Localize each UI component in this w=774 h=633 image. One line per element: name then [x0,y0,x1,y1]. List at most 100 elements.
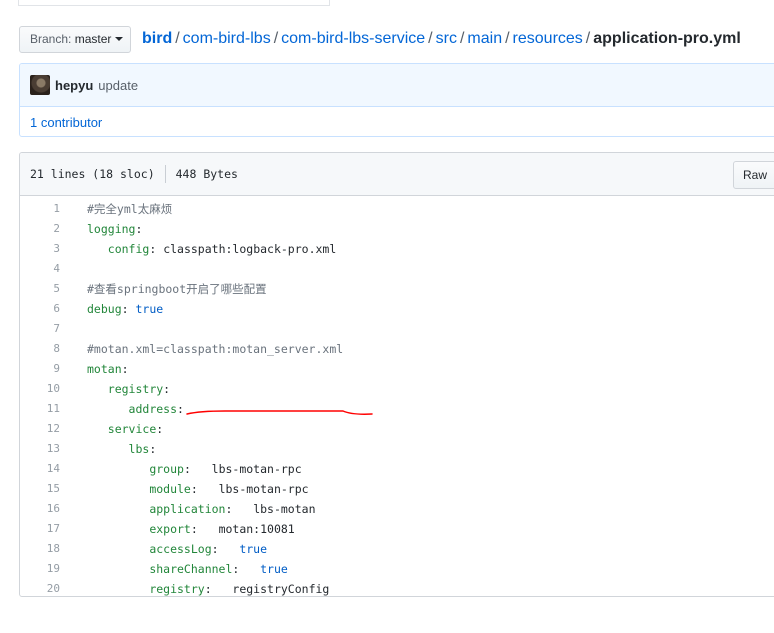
line-number[interactable]: 5 [20,279,60,299]
breadcrumb-link[interactable]: main [467,30,502,47]
code-line: 3 config: classpath:logback-pro.xml [20,239,774,259]
code-line: 16 application: lbs-motan [20,499,774,519]
yaml-separator: : [121,302,136,316]
yaml-separator: : [225,502,254,516]
breadcrumb-separator: / [428,30,433,47]
line-content: accessLog: true [60,539,267,559]
breadcrumb-separator: / [459,30,465,47]
line-content: #motan.xml=classpath:motan_server.xml [60,339,343,359]
yaml-value: true [239,542,268,556]
avatar[interactable] [30,75,50,95]
top-tab-edge [18,0,330,6]
line-content: registry: [60,379,170,399]
line-number[interactable]: 15 [20,479,60,499]
breadcrumb-separator: / [505,30,510,47]
code-line: 7 [20,319,774,339]
line-number[interactable]: 1 [20,199,60,219]
yaml-value: registryConfig [232,582,330,596]
yaml-separator: : [190,482,219,496]
line-number[interactable]: 20 [20,579,60,596]
yaml-value: lbs-motan-rpc [218,482,309,496]
yaml-value: lbs-motan [253,502,316,516]
line-number[interactable]: 17 [20,519,60,539]
code-line: 20 registry: registryConfig [20,579,774,596]
commit-author-link[interactable]: hepyu [55,78,93,93]
breadcrumb-separator: / [273,30,279,47]
code-line: 2 logging: [20,219,774,239]
line-number[interactable]: 8 [20,339,60,359]
line-content [60,259,87,279]
code-line: 6 debug: true [20,299,774,319]
yaml-key: accessLog [149,542,212,556]
caret-down-icon [115,37,124,41]
yaml-key: service [107,422,157,436]
file-size: 448 Bytes [175,167,238,181]
yaml-key: registry [149,582,205,596]
commit-message-link[interactable]: update [98,78,138,93]
code-body: 1 #完全yml太麻烦 2 logging: 3 config: classpath:l… [20,196,774,596]
code-line: 9 motan: [20,359,774,379]
line-number[interactable]: 3 [20,239,60,259]
yaml-value: true [135,302,164,316]
branch-selector-button[interactable]: Branch: master [19,26,131,53]
code-line: 15 module: lbs-motan-rpc [20,479,774,499]
code-line: 4 [20,259,774,279]
line-number[interactable]: 6 [20,299,60,319]
code-line: 1 #完全yml太麻烦 [20,199,774,219]
line-number[interactable]: 14 [20,459,60,479]
yaml-separator: : [135,222,143,236]
branch-name: master [74,32,112,46]
line-number[interactable]: 16 [20,499,60,519]
line-content: group: lbs-motan-rpc [60,459,301,479]
breadcrumb-repo-link[interactable]: bird [142,30,172,47]
line-number[interactable]: 19 [20,559,60,579]
code-line: 11 address: [20,399,774,419]
breadcrumb-link[interactable]: src [436,30,457,47]
line-number[interactable]: 2 [20,219,60,239]
breadcrumb-separator: / [175,30,180,47]
line-number[interactable]: 4 [20,259,60,279]
line-content: lbs: [60,439,157,459]
file-viewer: 21 lines (18 sloc) 448 Bytes Raw 1 #完全yml… [19,152,774,597]
yaml-key: registry [107,382,164,396]
line-number[interactable]: 18 [20,539,60,559]
yaml-separator: : [121,362,129,376]
line-number[interactable]: 7 [20,319,60,339]
yaml-key: shareChannel [149,562,233,576]
code-line: 8 #motan.xml=classpath:motan_server.xml [20,339,774,359]
yaml-comment: #完全yml太麻烦 [87,202,173,216]
line-number[interactable]: 13 [20,439,60,459]
line-number[interactable]: 11 [20,399,60,419]
breadcrumb: bird / com-bird-lbs / com-bird-lbs-service / s… [142,27,741,51]
line-number[interactable]: 10 [20,379,60,399]
yaml-separator: : [190,522,219,536]
code-line: 19 shareChannel: true [20,559,774,579]
yaml-key: application [149,502,226,516]
line-content: #完全yml太麻烦 [60,199,172,219]
raw-button[interactable]: Raw [733,161,774,189]
breadcrumb-link[interactable]: com-bird-lbs [183,30,271,47]
file-header: 21 lines (18 sloc) 448 Bytes Raw [20,153,774,196]
yaml-key: config [107,242,150,256]
code-line: 12 service: [20,419,774,439]
breadcrumb-current-file: application-pro.yml [593,30,741,47]
line-number[interactable]: 9 [20,359,60,379]
yaml-key: lbs [128,442,150,456]
line-content: shareChannel: true [60,559,288,579]
line-number[interactable]: 12 [20,419,60,439]
line-content: motan: [60,359,129,379]
line-content: application: lbs-motan [60,499,316,519]
line-content: registry: registryConfig [60,579,330,596]
yaml-separator: : [211,542,240,556]
breadcrumb-link[interactable]: com-bird-lbs-service [281,30,425,47]
breadcrumb-link[interactable]: resources [513,30,583,47]
code-line: 10 registry: [20,379,774,399]
contributors-link[interactable]: 1 contributor [30,115,102,130]
line-content: address: [60,399,184,419]
